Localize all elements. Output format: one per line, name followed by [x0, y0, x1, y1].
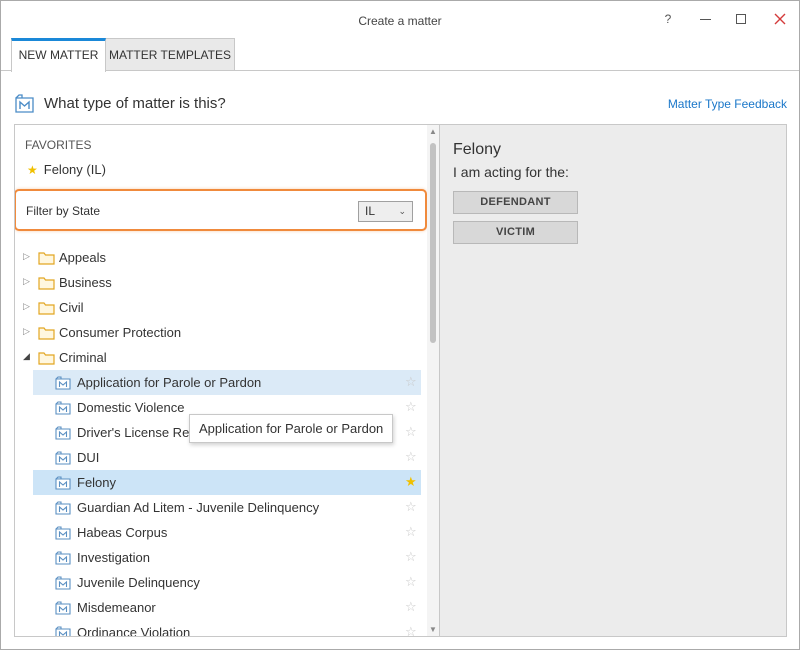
matter-icon — [55, 601, 71, 615]
matter-icon — [15, 94, 34, 113]
star-outline-icon[interactable]: ☆ — [405, 499, 417, 515]
close-icon — [774, 13, 786, 25]
matter-type-label: DUI — [77, 450, 100, 465]
create-matter-window: Create a matter ? NEW MATTER MATTER TEMP… — [0, 0, 800, 650]
star-outline-icon[interactable]: ☆ — [405, 399, 417, 415]
matter-icon — [55, 551, 71, 565]
favorite-item-felony-il[interactable]: ★ Felony (IL) — [27, 162, 106, 177]
matter-icon — [55, 626, 71, 636]
matter-type-label: Guardian Ad Litem - Juvenile Delinquency — [77, 500, 320, 515]
expand-arrow-icon[interactable]: ▷ — [23, 251, 30, 262]
matter-type-list-panel: FAVORITES ★ Felony (IL) Filter by State I… — [14, 124, 440, 637]
matter-detail-panel: Felony I am acting for the: DEFENDANT VI… — [440, 124, 787, 637]
matter-icon — [55, 476, 71, 490]
matter-type-label: Misdemeanor — [77, 600, 156, 615]
star-outline-icon[interactable]: ☆ — [405, 424, 417, 440]
star-outline-icon[interactable]: ☆ — [405, 599, 417, 615]
folder-icon — [38, 302, 55, 315]
matter-type-guardian-ad-litem[interactable]: Guardian Ad Litem - Juvenile Delinquency… — [33, 495, 421, 520]
matter-type-feedback-link[interactable]: Matter Type Feedback — [668, 97, 787, 111]
matter-type-label: Driver's License Rei — [77, 425, 193, 440]
matter-type-label: Investigation — [77, 550, 150, 565]
tab-divider — [1, 70, 799, 71]
scroll-down-icon[interactable]: ▼ — [429, 625, 437, 634]
folder-icon — [38, 352, 55, 365]
matter-type-dui[interactable]: DUI ☆ — [33, 445, 421, 470]
folder-icon — [38, 327, 55, 340]
matter-icon — [55, 451, 71, 465]
star-outline-icon[interactable]: ☆ — [405, 449, 417, 465]
collapse-arrow-icon[interactable]: ◢ — [23, 351, 30, 362]
tab-matter-templates[interactable]: MATTER TEMPLATES — [106, 38, 235, 71]
matter-icon — [55, 576, 71, 590]
maximize-button[interactable] — [727, 7, 757, 31]
maximize-icon — [736, 14, 746, 24]
filter-by-state: Filter by State IL ⌄ — [15, 189, 427, 231]
folder-business[interactable]: ▷ Business — [15, 270, 427, 295]
folder-label: Civil — [59, 300, 84, 315]
star-outline-icon[interactable]: ☆ — [405, 624, 417, 636]
folder-consumer-protection[interactable]: ▷ Consumer Protection — [15, 320, 427, 345]
star-outline-icon[interactable]: ☆ — [405, 524, 417, 540]
folder-icon — [38, 277, 55, 290]
state-select-value: IL — [365, 204, 376, 218]
matter-type-juvenile-delinquency[interactable]: Juvenile Delinquency ☆ — [33, 570, 421, 595]
matter-type-label: Juvenile Delinquency — [77, 575, 200, 590]
matter-icon — [55, 526, 71, 540]
help-button[interactable]: ? — [653, 7, 683, 31]
tooltip: Application for Parole or Pardon — [189, 414, 394, 443]
matter-icon — [55, 401, 71, 415]
matter-icon — [55, 426, 71, 440]
folder-criminal[interactable]: ◢ Criminal — [15, 345, 427, 370]
scrollbar-thumb[interactable] — [430, 143, 436, 343]
star-filled-icon[interactable]: ★ — [405, 474, 417, 490]
matter-icon — [55, 501, 71, 515]
matter-type-label: Domestic Violence — [77, 400, 185, 415]
matter-type-label: Ordinance Violation — [77, 625, 191, 637]
expand-arrow-icon[interactable]: ▷ — [23, 301, 30, 312]
folder-civil[interactable]: ▷ Civil — [15, 295, 427, 320]
minimize-icon — [700, 19, 711, 20]
selected-matter-title: Felony — [453, 141, 502, 158]
favorite-item-label: Felony (IL) — [43, 162, 106, 177]
defendant-button[interactable]: DEFENDANT — [453, 191, 578, 214]
expand-arrow-icon[interactable]: ▷ — [23, 326, 30, 337]
matter-icon — [55, 376, 71, 390]
matter-type-misdemeanor[interactable]: Misdemeanor ☆ — [33, 595, 421, 620]
tab-new-matter[interactable]: NEW MATTER — [11, 38, 106, 72]
star-filled-icon: ★ — [27, 163, 38, 177]
star-outline-icon[interactable]: ☆ — [405, 374, 417, 390]
matter-type-question: What type of matter is this? — [44, 95, 226, 112]
star-outline-icon[interactable]: ☆ — [405, 549, 417, 565]
folder-icon — [38, 252, 55, 265]
state-select[interactable]: IL ⌄ — [358, 201, 413, 222]
matter-type-felony[interactable]: Felony ★ — [33, 470, 421, 495]
filter-by-state-label: Filter by State — [26, 204, 101, 218]
folder-label: Criminal — [59, 350, 107, 365]
close-button[interactable] — [765, 7, 795, 31]
matter-type-label: Felony — [77, 475, 117, 490]
matter-type-label: Habeas Corpus — [77, 525, 168, 540]
matter-type-ordinance-violation[interactable]: Ordinance Violation ☆ — [33, 620, 421, 637]
favorites-label: FAVORITES — [25, 138, 92, 152]
matter-type-habeas-corpus[interactable]: Habeas Corpus ☆ — [33, 520, 421, 545]
title-bar: Create a matter ? — [1, 1, 799, 37]
chevron-down-icon: ⌄ — [398, 206, 406, 216]
folder-label: Business — [59, 275, 112, 290]
acting-for-label: I am acting for the: — [453, 164, 569, 180]
matter-type-label: Application for Parole or Pardon — [77, 375, 262, 390]
scroll-up-icon[interactable]: ▲ — [429, 127, 437, 136]
victim-button[interactable]: VICTIM — [453, 221, 578, 244]
folder-label: Appeals — [59, 250, 106, 265]
folder-label: Consumer Protection — [59, 325, 182, 340]
minimize-button[interactable] — [691, 7, 721, 31]
matter-type-investigation[interactable]: Investigation ☆ — [33, 545, 421, 570]
matter-type-application-for-parole-or-pardon[interactable]: Application for Parole or Pardon ☆ — [33, 370, 421, 395]
tree-scrollbar[interactable]: ▲ ▼ — [427, 125, 439, 636]
folder-appeals[interactable]: ▷ Appeals — [15, 245, 427, 270]
expand-arrow-icon[interactable]: ▷ — [23, 276, 30, 287]
star-outline-icon[interactable]: ☆ — [405, 574, 417, 590]
